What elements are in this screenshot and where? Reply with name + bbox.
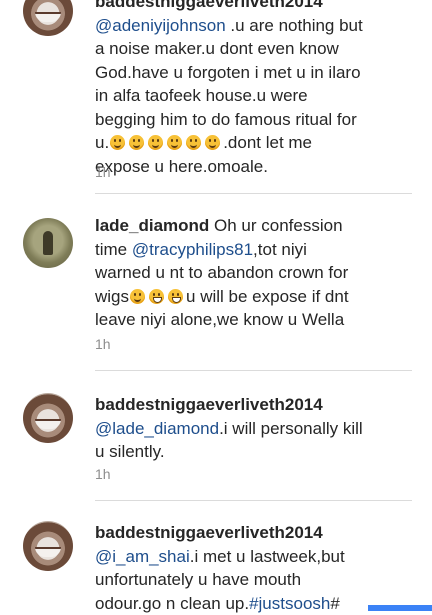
comment-username[interactable]: baddestniggaeverliveth2014: [95, 393, 415, 417]
comment-timestamp: 1h: [95, 466, 111, 482]
comment-line: unfortunately u have mouth: [95, 568, 415, 592]
scroll-indicator: [368, 605, 432, 611]
smile-emoji-icon: [205, 135, 220, 150]
mention-link[interactable]: @tracyphilips81: [132, 240, 253, 259]
comment-line: leave niyi alone,we know u Wella: [95, 308, 415, 332]
comment-line: wigs u will be expose if dnt: [95, 285, 415, 309]
avatar[interactable]: [23, 0, 73, 36]
comment-line-text: Oh ur confession: [209, 216, 342, 235]
comment-text: baddestniggaeverliveth2014 @adeniyijohns…: [95, 0, 415, 178]
comment-line: @i_am_shai.i met u lastweek,but: [95, 545, 415, 569]
comment-line: u silently.: [95, 440, 415, 464]
divider: [95, 500, 412, 501]
divider: [95, 193, 412, 194]
comment-text: baddestniggaeverliveth2014 @lade_diamond…: [95, 393, 415, 464]
comment-line-text: .u are nothing but: [226, 16, 363, 35]
avatar[interactable]: [23, 218, 73, 268]
divider: [95, 370, 412, 371]
avatar-figure: [43, 231, 53, 255]
comment-line-text: time: [95, 240, 132, 259]
comment-line-text: wigs: [95, 287, 129, 306]
comment-line-text: odour.go n clean up.: [95, 594, 249, 613]
comment-line-text: .i will personally kill: [219, 419, 363, 438]
comment-line: God.have u forgoten i met u in ilaro: [95, 61, 415, 85]
comment-line: lade_diamond Oh ur confession: [95, 214, 415, 238]
comment-line: @adeniyijohnson .u are nothing but: [95, 14, 415, 38]
avatar[interactable]: [23, 393, 73, 443]
smile-emoji-icon: [148, 135, 163, 150]
hashtag-link[interactable]: #justsoosh: [249, 594, 330, 613]
mention-link[interactable]: @adeniyijohnson: [95, 16, 226, 35]
smile-emoji-icon: [110, 135, 125, 150]
comment-line-text: .i met u lastweek,but: [190, 547, 345, 566]
comment-line: a noise maker.u dont even know: [95, 37, 415, 61]
smile-emoji-icon: [129, 135, 144, 150]
comment-line: odour.go n clean up.#justsoosh#: [95, 592, 415, 615]
avatar[interactable]: [23, 521, 73, 571]
comment-timestamp: 1h: [95, 336, 111, 352]
smile-emoji-icon: [167, 135, 182, 150]
comment-username[interactable]: lade_diamond: [95, 216, 209, 235]
mention-link[interactable]: @i_am_shai: [95, 547, 190, 566]
comment-line: in alfa taofeek house.u were: [95, 84, 415, 108]
comment-line: time @tracyphilips81,tot niyi: [95, 238, 415, 262]
avatar-teeth: [35, 419, 61, 429]
comment-username[interactable]: baddestniggaeverliveth2014: [95, 0, 415, 14]
mention-link[interactable]: @lade_diamond: [95, 419, 219, 438]
comment-timestamp: 1h: [95, 164, 111, 180]
comment-text: lade_diamond Oh ur confession time @trac…: [95, 214, 415, 332]
comment-line: begging him to do famous ritual for: [95, 108, 415, 132]
comment-line-text: ,tot niyi: [253, 240, 307, 259]
smile-emoji-icon: [130, 289, 145, 304]
avatar-teeth: [35, 547, 61, 557]
comment-line: expose u here.omoale.: [95, 155, 415, 179]
comment-line: @lade_diamond.i will personally kill: [95, 417, 415, 441]
comment-line-text: #: [330, 594, 339, 613]
grin-emoji-icon: [168, 289, 183, 304]
comment-text: baddestniggaeverliveth2014 @i_am_shai.i …: [95, 521, 415, 615]
comment-line: u. .dont let me: [95, 131, 415, 155]
comment-line-text: u will be expose if dnt: [186, 287, 349, 306]
avatar-teeth: [35, 12, 61, 22]
comment-line: warned u nt to abandon crown for: [95, 261, 415, 285]
comment-username[interactable]: baddestniggaeverliveth2014: [95, 521, 415, 545]
smile-emoji-icon: [186, 135, 201, 150]
grin-emoji-icon: [149, 289, 164, 304]
comment-line-text: u.: [95, 133, 109, 152]
comment-line-text: .dont let me: [223, 133, 312, 152]
